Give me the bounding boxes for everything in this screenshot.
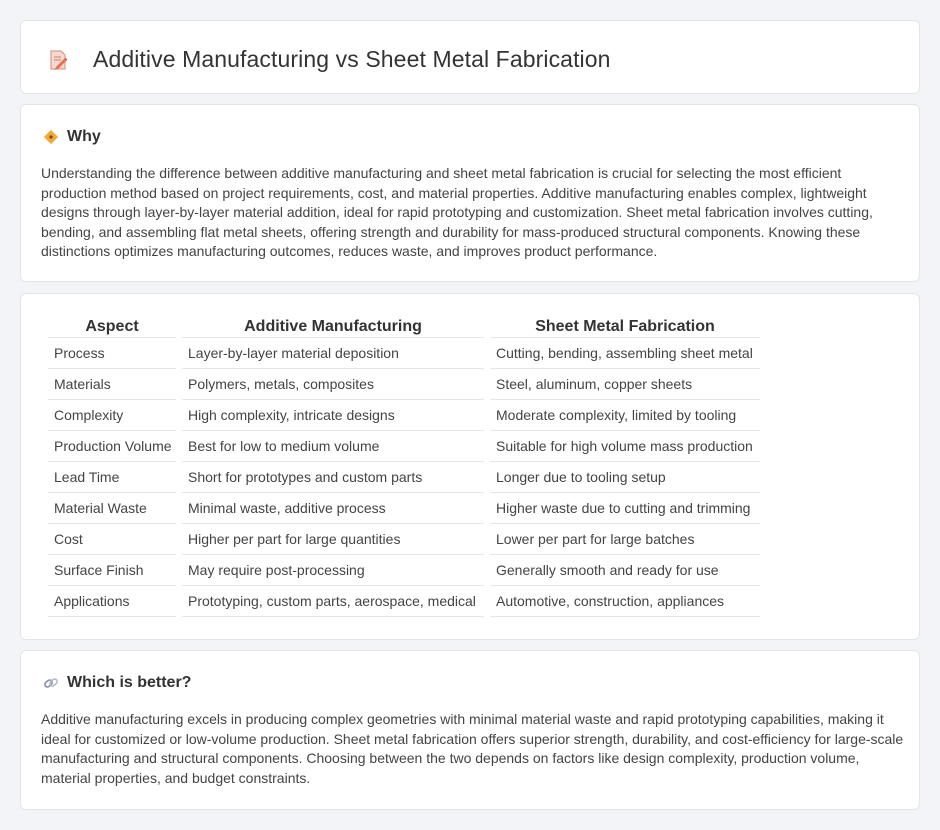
sheet-metal-cell: Lower per part for large batches xyxy=(490,524,760,555)
link-icon xyxy=(44,678,58,688)
sheet-metal-cell: Generally smooth and ready for use xyxy=(490,555,760,586)
table-row: Applications Prototyping, custom parts, a… xyxy=(48,586,760,617)
additive-cell: May require post-processing xyxy=(182,555,484,586)
aspect-cell: Materials xyxy=(48,369,176,400)
sheet-metal-cell: Moderate complexity, limited by tooling xyxy=(490,400,760,431)
additive-cell: Polymers, metals, composites xyxy=(182,369,484,400)
additive-cell: Prototyping, custom parts, aerospace, me… xyxy=(182,586,484,617)
better-heading: Which is better? xyxy=(67,674,192,691)
document-edit-icon xyxy=(50,50,68,70)
column-header-aspect: Aspect xyxy=(48,315,176,338)
sheet-metal-cell: Cutting, bending, assembling sheet metal xyxy=(490,338,760,369)
table-row: Cost Higher per part for large quantities… xyxy=(48,524,760,555)
why-heading: Why xyxy=(67,128,101,145)
additive-cell: Minimal waste, additive process xyxy=(182,493,484,524)
sheet-metal-cell: Longer due to tooling setup xyxy=(490,462,760,493)
table-row: Complexity High complexity, intricate des… xyxy=(48,400,760,431)
better-text: Additive manufacturing excels in produci… xyxy=(41,711,904,786)
table-row: Production Volume Best for low to medium … xyxy=(48,431,760,462)
aspect-cell: Process xyxy=(48,338,176,369)
comparison-card: Aspect Additive Manufacturing Sheet Meta… xyxy=(20,293,920,640)
aspect-cell: Applications xyxy=(48,586,176,617)
sheet-metal-cell: Higher waste due to cutting and trimming xyxy=(490,493,760,524)
aspect-cell: Surface Finish xyxy=(48,555,176,586)
table-row: Material Waste Minimal waste, additive pr… xyxy=(48,493,760,524)
table-body: Process Layer-by-layer material depositio… xyxy=(48,338,760,617)
title-row: Additive Manufacturing vs Sheet Metal Fa… xyxy=(47,46,611,73)
table-row: Surface Finish May require post-processin… xyxy=(48,555,760,586)
aspect-cell: Material Waste xyxy=(48,493,176,524)
table-header-row: Aspect Additive Manufacturing Sheet Meta… xyxy=(48,315,760,338)
aspect-cell: Complexity xyxy=(48,400,176,431)
page-title: Additive Manufacturing vs Sheet Metal Fa… xyxy=(93,46,611,72)
sheet-metal-cell: Suitable for high volume mass production xyxy=(490,431,760,462)
sheet-metal-cell: Automotive, construction, appliances xyxy=(490,586,760,617)
additive-cell: Higher per part for large quantities xyxy=(182,524,484,555)
diamond-warning-icon xyxy=(43,129,59,145)
additive-cell: Short for prototypes and custom parts xyxy=(182,462,484,493)
additive-cell: Best for low to medium volume xyxy=(182,431,484,462)
column-header-sheet-metal: Sheet Metal Fabrication xyxy=(490,315,760,338)
table-row: Lead Time Short for prototypes and custom… xyxy=(48,462,760,493)
which-better-card: Which is better? Additive manufacturing … xyxy=(20,650,920,810)
why-card: Why Understanding the difference between… xyxy=(20,104,920,282)
additive-cell: Layer-by-layer material deposition xyxy=(182,338,484,369)
table-row: Process Layer-by-layer material depositio… xyxy=(48,338,760,369)
aspect-cell: Cost xyxy=(48,524,176,555)
sheet-metal-cell: Steel, aluminum, copper sheets xyxy=(490,369,760,400)
comparison-table: Aspect Additive Manufacturing Sheet Meta… xyxy=(42,315,766,617)
table-row: Materials Polymers, metals, composites Ste… xyxy=(48,369,760,400)
aspect-cell: Lead Time xyxy=(48,462,176,493)
aspect-cell: Production Volume xyxy=(48,431,176,462)
why-text: Understanding the difference between add… xyxy=(41,165,873,260)
better-heading-row: Which is better? xyxy=(43,674,191,692)
additive-cell: High complexity, intricate designs xyxy=(182,400,484,431)
title-card: Additive Manufacturing vs Sheet Metal Fa… xyxy=(20,20,920,94)
why-heading-row: Why xyxy=(43,128,101,146)
column-header-additive: Additive Manufacturing xyxy=(182,315,484,338)
